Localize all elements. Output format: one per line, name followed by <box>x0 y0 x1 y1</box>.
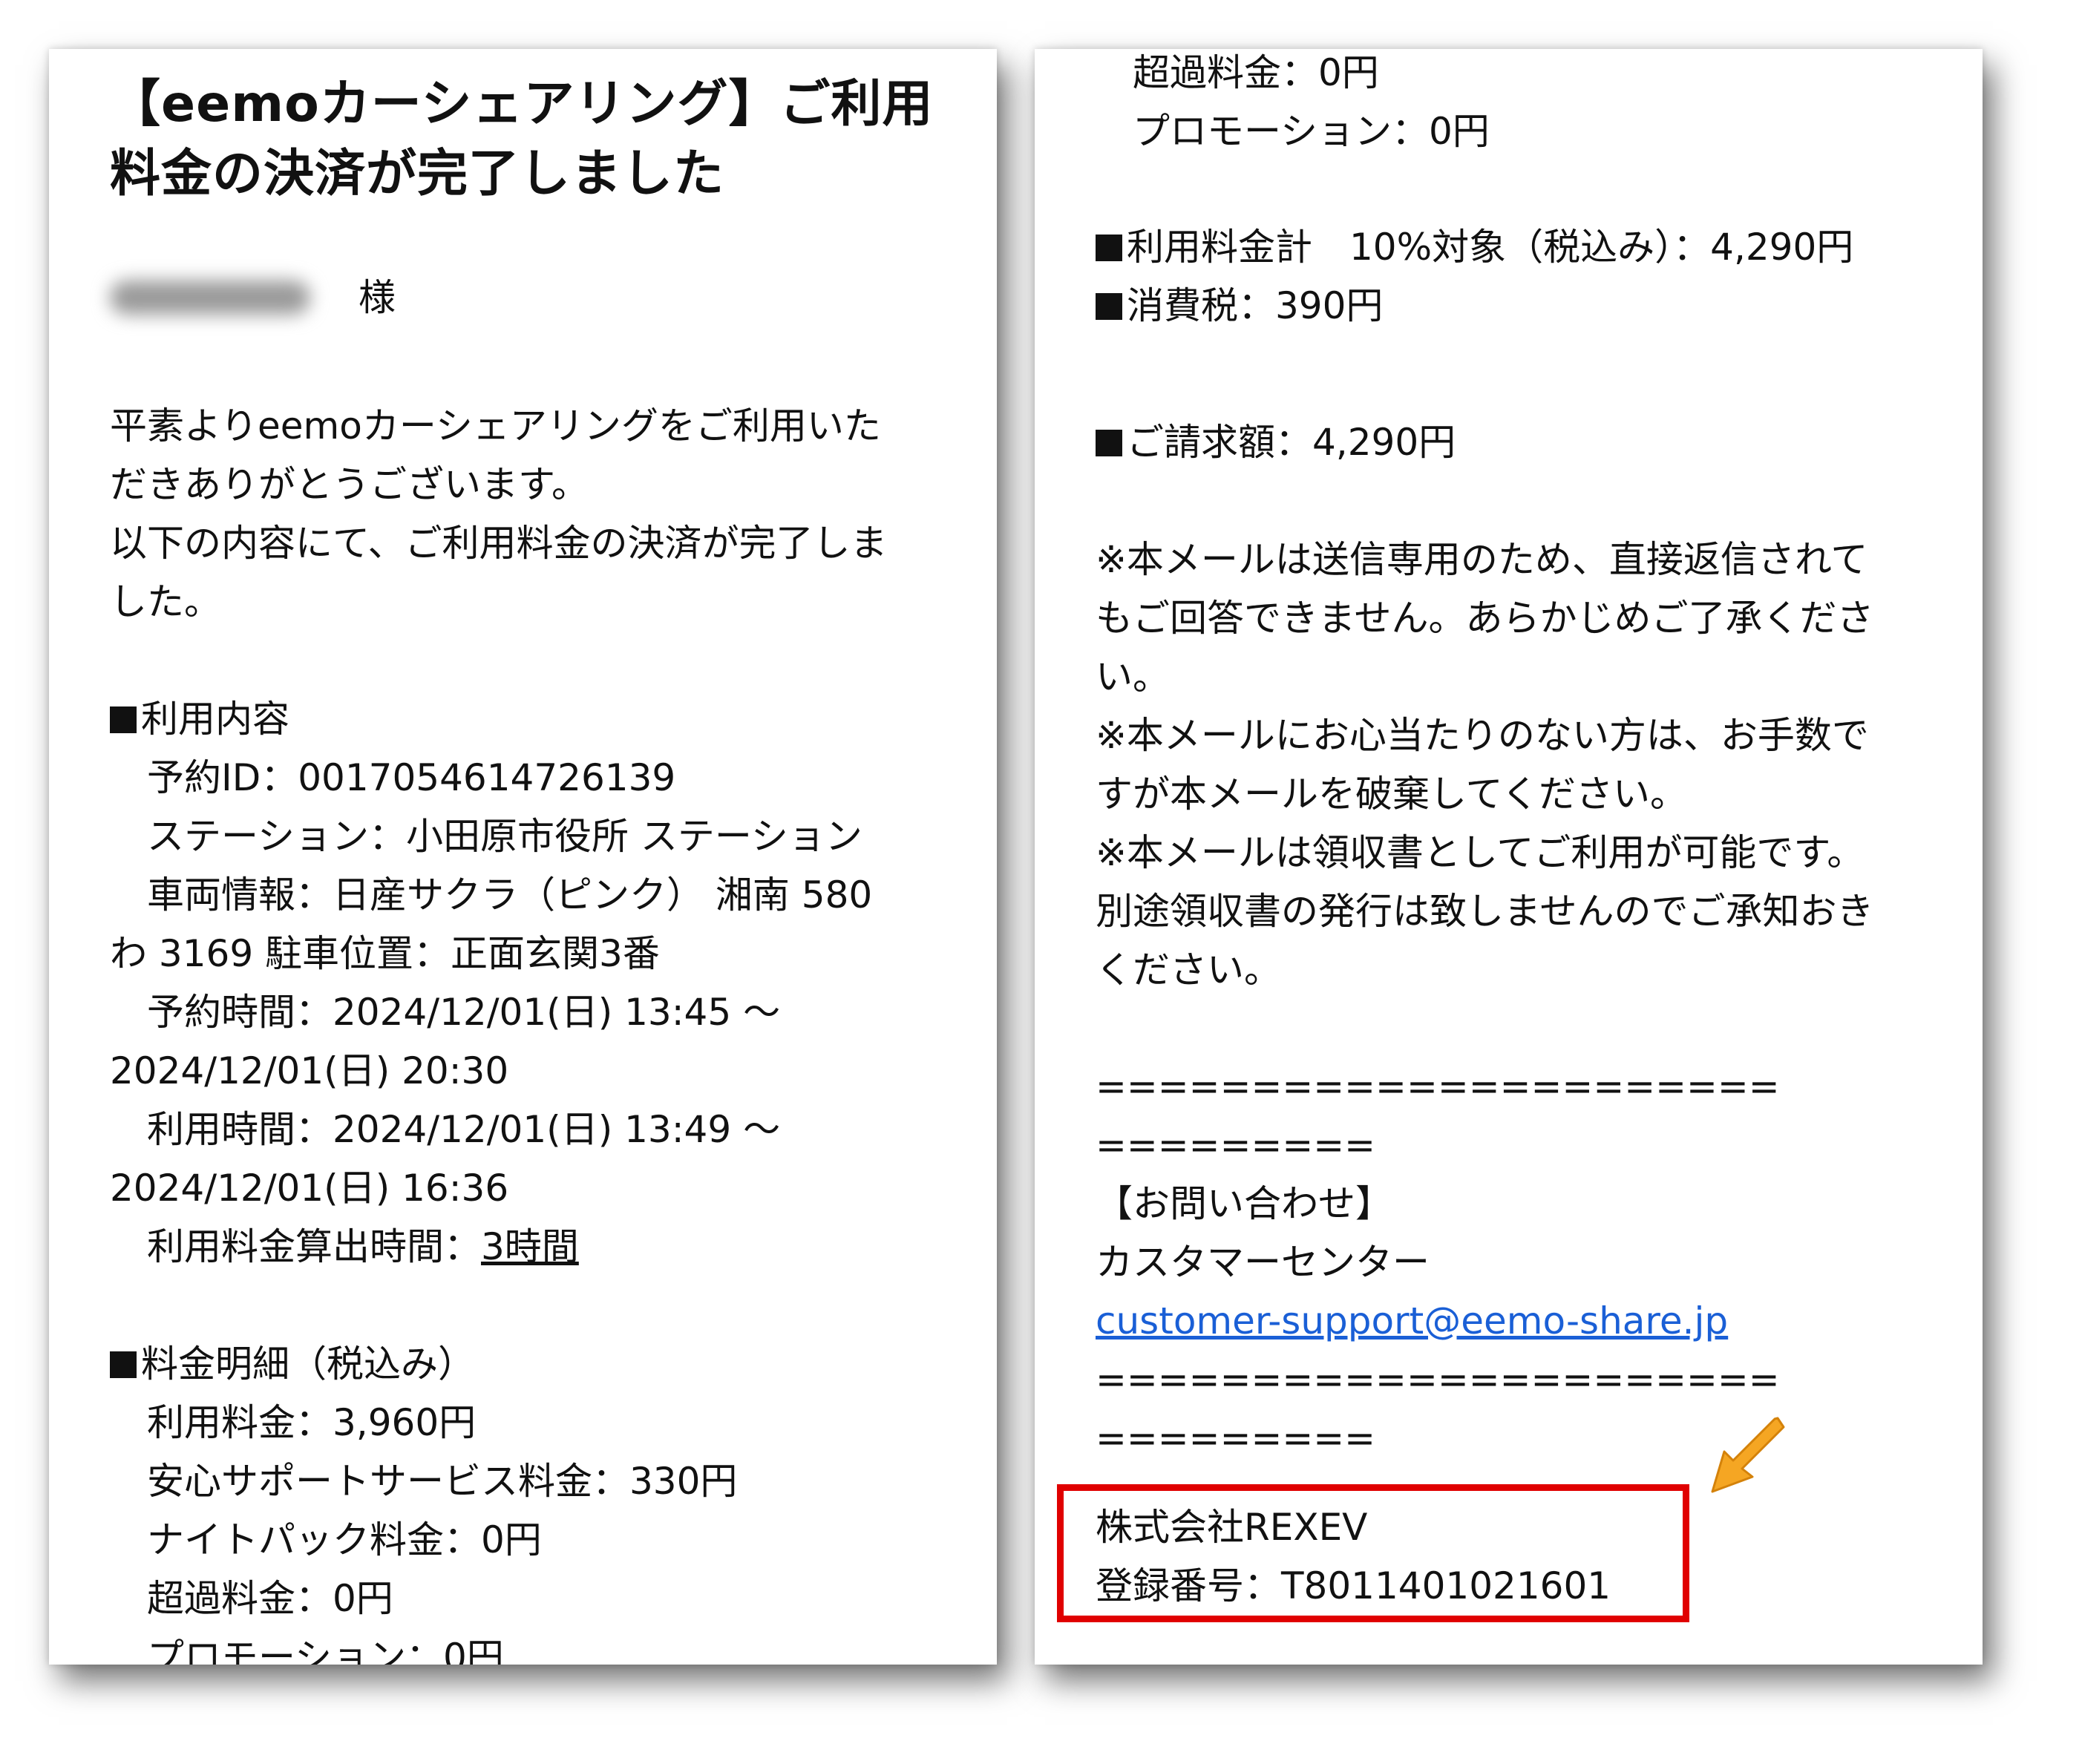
station: ステーション：小田原市役所 ステーション <box>147 815 862 858</box>
notice-line: ※本メールは送信専用のため、直接返信されて <box>1096 538 1868 581</box>
usage-heading: 利用内容 <box>110 690 872 749</box>
notice-line: い。 <box>1096 655 1170 698</box>
contact-section: ====================== ========= 【お問い合わせ… <box>1096 1058 1780 1468</box>
highlight-box <box>1057 1484 1689 1622</box>
contact-heading: 【お問い合わせ】 <box>1096 1182 1392 1225</box>
square-bullet-icon <box>1096 430 1122 456</box>
square-bullet-icon <box>1096 293 1122 320</box>
recipient-honorific: 様 <box>359 276 396 319</box>
billing-line: ご請求額：4,290円 <box>1096 413 1456 472</box>
separator: ====================== <box>1096 1358 1780 1401</box>
email-screenshot-left: 【eemoカーシェアリング】ご利用 料金の決済が完了しました 様 平素よりeem… <box>49 49 997 1665</box>
fee-line: 超過料金：0円 <box>1133 51 1379 94</box>
notice-line: すが本メールを破棄してください。 <box>1096 773 1687 816</box>
blurred-recipient-name <box>110 281 310 315</box>
separator: ========= <box>1096 1417 1376 1460</box>
billing: ご請求額：4,290円 <box>1096 413 1456 472</box>
fee-details: 料金明細（税込み） 利用料金：3,960円 安心サポートサービス料金：330円 … <box>110 1335 737 1665</box>
separator: ====================== <box>1096 1065 1780 1108</box>
notice-line: ください。 <box>1096 948 1281 991</box>
email-screenshot-right: 超過料金：0円 プロモーション：0円 利用料金計 10%対象（税込み）：4,29… <box>1035 49 1983 1665</box>
usage-time: 利用時間：2024/12/01(日) 13:49 〜 <box>147 1108 781 1151</box>
recipient: 様 <box>110 264 555 331</box>
calc-time: 利用料金算出時間：3時間 <box>110 1218 872 1276</box>
fee-line: ナイトパック料金：0円 <box>147 1518 542 1561</box>
greeting-line: 平素よりeemoカーシェアリングをご利用いた <box>110 404 881 447</box>
calc-time-value: 3時間 <box>481 1225 579 1268</box>
calc-time-label: 利用料金算出時間： <box>147 1225 481 1268</box>
fee-line: 利用料金：3,960円 <box>147 1401 477 1444</box>
greeting-line: 以下の内容にて、ご利用料金の決済が完了しま <box>110 522 888 565</box>
totals: 利用料金計 10%対象（税込み）：4,290円 消費税：390円 <box>1096 218 1853 335</box>
contact-email-row: customer-support@eemo-share.jp <box>1096 1292 1780 1351</box>
fee-line: 超過料金：0円 <box>147 1577 393 1620</box>
contact-center: カスタマーセンター <box>1096 1241 1430 1284</box>
greeting-paragraph: 平素よりeemoカーシェアリングをご利用いた だきありがとうございます。 以下の… <box>110 397 888 632</box>
notice-line: ※本メールは領収書としてご利用が可能です。 <box>1096 831 1865 874</box>
pointer-arrow-icon <box>1706 1414 1788 1496</box>
tax-line: 消費税：390円 <box>1096 277 1853 335</box>
total-line-text: 利用料金計 10%対象（税込み）：4,290円 <box>1127 226 1854 269</box>
email-subject-line-2: 料金の決済が完了しました <box>110 145 725 203</box>
total-line: 利用料金計 10%対象（税込み）：4,290円 <box>1096 218 1853 277</box>
reservation-time: 予約時間：2024/12/01(日) 13:45 〜 <box>147 991 781 1034</box>
fee-line: プロモーション：0円 <box>147 1636 504 1665</box>
reservation-id: 予約ID：0017054614726139 <box>147 756 676 799</box>
email-subject: 【eemoカーシェアリング】ご利用 料金の決済が完了しました <box>110 70 933 209</box>
usage-heading-text: 利用内容 <box>141 698 289 741</box>
fee-heading: 料金明細（税込み） <box>110 1335 737 1394</box>
usage-time-end: 2024/12/01(日) 16:36 <box>110 1167 509 1210</box>
square-bullet-icon <box>1096 235 1122 261</box>
fee-line: プロモーション：0円 <box>1133 110 1490 153</box>
reservation-time-end: 2024/12/01(日) 20:30 <box>110 1049 509 1092</box>
notice-line: 別途領収書の発行は致しませんのでご承知おき <box>1096 890 1874 933</box>
fee-details-cont: 超過料金：0円 プロモーション：0円 <box>1096 49 1490 161</box>
fee-heading-text: 料金明細（税込み） <box>141 1342 475 1386</box>
fee-line: 安心サポートサービス料金：330円 <box>147 1460 738 1503</box>
greeting-line: だきありがとうございます。 <box>110 463 589 506</box>
square-bullet-icon <box>110 706 137 733</box>
square-bullet-icon <box>110 1351 137 1378</box>
separator: ========= <box>1096 1124 1376 1167</box>
contact-email-link[interactable]: customer-support@eemo-share.jp <box>1096 1299 1728 1342</box>
email-subject-line-1: 【eemoカーシェアリング】ご利用 <box>110 75 934 134</box>
notices: ※本メールは送信専用のため、直接返信されて もご回答できません。あらかじめご了承… <box>1096 531 1874 1000</box>
notice-line: ※本メールにお心当たりのない方は、お手数で <box>1096 714 1869 757</box>
greeting-line: した。 <box>110 580 221 623</box>
tax-line-text: 消費税：390円 <box>1127 284 1384 327</box>
notice-line: もご回答できません。あらかじめご了承くださ <box>1096 597 1874 640</box>
billing-line-text: ご請求額：4,290円 <box>1127 421 1456 464</box>
usage-details: 利用内容 予約ID：0017054614726139 ステーション：小田原市役所… <box>110 690 872 1276</box>
vehicle-info-cont: わ 3169 駐車位置：正面玄関3番 <box>110 932 660 975</box>
vehicle-info: 車両情報：日産サクラ（ピンク） 湘南 580 <box>147 873 873 917</box>
